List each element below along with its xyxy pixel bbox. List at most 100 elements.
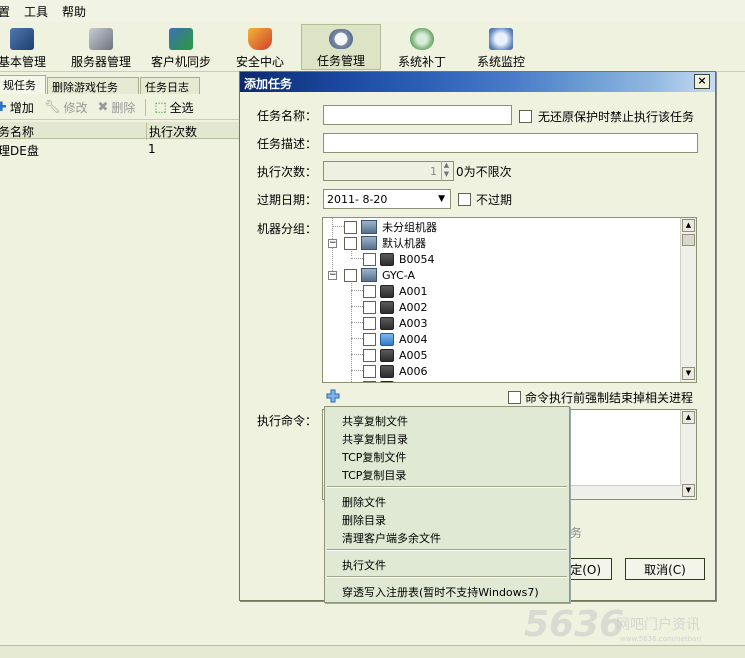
- close-icon[interactable]: ×: [694, 74, 710, 89]
- tree-item-default-group[interactable]: 默认机器: [344, 235, 426, 251]
- tree-item-ungrouped[interactable]: 未分组机器: [344, 219, 437, 235]
- menu-help[interactable]: 帮助: [62, 3, 86, 20]
- select-all-button[interactable]: ⬚ 全选: [145, 99, 194, 116]
- task-name-input[interactable]: [323, 105, 512, 125]
- no-protect-checkbox[interactable]: [519, 110, 532, 123]
- add-button[interactable]: ✚ 增加: [0, 99, 34, 116]
- column-exec-count[interactable]: 执行次数: [146, 123, 197, 140]
- watermark-text: 网吧门户资讯: [616, 617, 700, 633]
- tree-checkbox[interactable]: [363, 316, 376, 330]
- collapse-icon[interactable]: −: [328, 239, 337, 248]
- tree-checkbox[interactable]: [344, 220, 357, 234]
- tree-item-pc[interactable]: A001: [363, 283, 428, 299]
- menu-item-write-registry[interactable]: 穿透写入注册表(暂时不支持Windows7): [342, 584, 539, 600]
- task-actions-toolbar: ✚ 增加 🔧︎ 修改 ✖ 删除 ⬚ 全选: [0, 96, 240, 120]
- task-name-cell: 理DE盘: [0, 144, 39, 158]
- chevron-down-icon[interactable]: ▼: [438, 194, 445, 204]
- computer-icon: [380, 332, 394, 346]
- command-scrollbar[interactable]: ▲ ▼: [680, 410, 696, 499]
- toolbar-server-manage[interactable]: 服务器管理: [66, 24, 136, 70]
- tree-checkbox[interactable]: [344, 268, 357, 282]
- tab-regular-tasks[interactable]: 规任务: [0, 75, 46, 94]
- toolbar-task-manage[interactable]: 任务管理: [301, 24, 381, 70]
- tree-checkbox[interactable]: [363, 348, 376, 362]
- patch-icon: [410, 28, 434, 50]
- no-expire-label: 不过期: [476, 193, 513, 207]
- toolbar-basic-manage[interactable]: 基本管理: [0, 24, 52, 70]
- force-kill-checkbox[interactable]: [508, 391, 521, 404]
- cancel-button[interactable]: 取消(C): [625, 558, 705, 580]
- computer-icon: [380, 316, 394, 330]
- menu-item-delete-dir[interactable]: 删除目录: [342, 512, 386, 528]
- task-desc-input[interactable]: [323, 133, 698, 153]
- task-name-label: 任务名称：: [257, 109, 318, 123]
- tab-delete-game-tasks[interactable]: 删除游戏任务: [47, 77, 139, 94]
- task-desc-label: 任务描述：: [257, 137, 318, 151]
- tree-checkbox[interactable]: [363, 300, 376, 314]
- tree-checkbox[interactable]: [363, 380, 376, 382]
- menu-item-clean-client-files[interactable]: 清理客户端多余文件: [342, 530, 441, 546]
- toolbar-client-sync[interactable]: 客户机同步: [146, 24, 216, 70]
- tree-scrollbar[interactable]: ▲ ▼: [680, 218, 696, 382]
- tree-checkbox[interactable]: [363, 284, 376, 298]
- menu-tools[interactable]: 工具: [24, 3, 48, 20]
- toolbar-system-monitor[interactable]: 系统监控: [470, 24, 532, 70]
- exec-count-label: 执行次数：: [257, 165, 318, 179]
- menu-item-share-copy-file[interactable]: 共享复制文件: [342, 413, 408, 429]
- table-row[interactable]: 理DE盘 1: [0, 141, 240, 158]
- command-context-menu: 共享复制文件 共享复制目录 TCP复制文件 TCP复制目录 删除文件 删除目录 …: [324, 406, 570, 603]
- no-protect-label: 无还原保护时禁止执行该任务: [538, 110, 695, 124]
- computer-icon: [380, 252, 394, 266]
- collapse-icon[interactable]: −: [328, 271, 337, 280]
- computer-group-icon: [361, 220, 377, 234]
- scroll-down-icon[interactable]: ▼: [682, 484, 695, 497]
- tree-item-pc[interactable]: A002: [363, 299, 428, 315]
- partial-label: 务: [570, 526, 583, 540]
- menu-item-tcp-copy-dir[interactable]: TCP复制目录: [342, 467, 406, 483]
- spin-arrows-icon[interactable]: ▲ ▼: [441, 161, 451, 181]
- tree-checkbox[interactable]: [363, 252, 376, 266]
- tree-item-pc[interactable]: A005: [363, 347, 428, 363]
- computer-icon: [380, 364, 394, 378]
- machine-tree[interactable]: 未分组机器 − 默认机器 B0054 − GYC-A A001 A002 A00…: [322, 217, 697, 383]
- scroll-down-icon[interactable]: ▼: [682, 367, 695, 380]
- menu-item-tcp-copy-file[interactable]: TCP复制文件: [342, 449, 406, 465]
- tree-item-pc[interactable]: A003: [363, 315, 428, 331]
- scroll-up-icon[interactable]: ▲: [682, 219, 695, 232]
- tree-item-pc[interactable]: A004: [363, 331, 428, 347]
- menu-separator: [327, 576, 567, 578]
- select-all-icon: ⬚: [154, 100, 167, 115]
- dialog-title: 添加任务: [244, 77, 293, 91]
- dialog-title-bar[interactable]: 添加任务 ×: [240, 72, 715, 92]
- tree-checkbox[interactable]: [363, 332, 376, 346]
- toolbar-system-patch[interactable]: 系统补丁: [392, 24, 452, 70]
- expire-date-picker[interactable]: 2011- 8-20 ▼: [323, 189, 451, 209]
- tree-item-pc[interactable]: B0054: [363, 251, 435, 267]
- wrench-icon: 🔧︎: [43, 100, 61, 115]
- tree-item-pc-partial[interactable]: [363, 379, 399, 382]
- exec-count-stepper[interactable]: 1 ▲ ▼: [323, 161, 454, 181]
- scroll-thumb[interactable]: [682, 234, 695, 246]
- menu-item-delete-file[interactable]: 删除文件: [342, 494, 386, 510]
- task-tabs: 规任务 删除游戏任务 任务日志: [0, 74, 240, 94]
- menu-item-share-copy-dir[interactable]: 共享复制目录: [342, 431, 408, 447]
- task-clock-icon: [329, 29, 353, 49]
- tree-checkbox[interactable]: [344, 236, 357, 250]
- menu-item-exec-file[interactable]: 执行文件: [342, 557, 386, 573]
- scroll-up-icon[interactable]: ▲: [682, 411, 695, 424]
- watermark: 5636 网吧门户资讯 www.5636.com/netbar/: [524, 604, 744, 652]
- delete-button[interactable]: ✖ 删除: [97, 99, 135, 116]
- menu-settings[interactable]: 置: [0, 3, 10, 20]
- task-grid-header: 务名称 执行次数: [0, 122, 240, 140]
- menu-bar: 置 工具 帮助: [0, 0, 745, 22]
- tree-checkbox[interactable]: [363, 364, 376, 378]
- no-expire-checkbox[interactable]: [458, 193, 471, 206]
- toolbar-security-center[interactable]: 安全中心: [230, 24, 290, 70]
- column-task-name[interactable]: 务名称: [0, 123, 34, 140]
- tree-item-pc[interactable]: A006: [363, 363, 428, 379]
- tab-task-log[interactable]: 任务日志: [140, 77, 200, 94]
- tree-item-gyc-group[interactable]: GYC-A: [344, 267, 415, 283]
- edit-button[interactable]: 🔧︎ 修改: [44, 99, 88, 116]
- add-command-icon[interactable]: [326, 389, 340, 403]
- exec-count-cell: 1: [148, 142, 156, 156]
